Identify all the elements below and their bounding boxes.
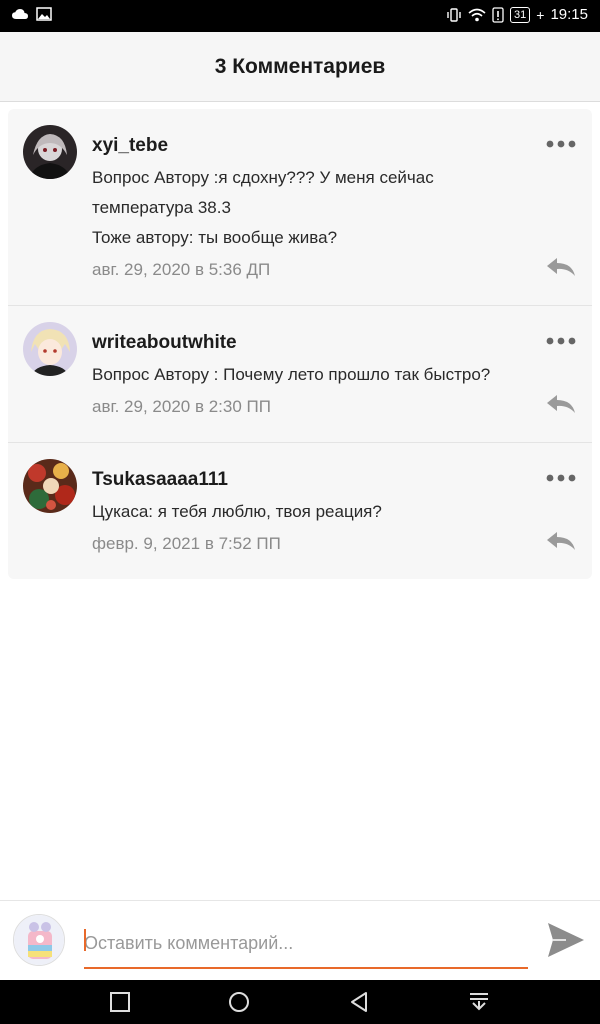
more-options-icon[interactable]: [546, 139, 576, 149]
comment-item: Tsukasaaaa111 Цукаса: я тебя люблю, твоя…: [8, 443, 592, 579]
status-bar: 31 + 19:15: [0, 0, 600, 32]
more-options-icon[interactable]: [546, 336, 576, 346]
home-icon[interactable]: [227, 990, 251, 1014]
comment-text-line: температура 38.3: [92, 198, 231, 217]
comment-author[interactable]: writeaboutwhite: [92, 330, 552, 356]
header: 3 Комментариев: [0, 32, 600, 102]
comment-date: авг. 29, 2020 в 2:30 ПП: [92, 397, 271, 416]
comment-text: Цукаса: я тебя люблю, твоя реация?: [92, 497, 552, 527]
reply-icon[interactable]: [546, 394, 576, 414]
image-icon: [36, 7, 52, 21]
page-title: 3 Комментариев: [214, 54, 386, 78]
comment-body: writeaboutwhite Вопрос Автору : Почему л…: [92, 330, 552, 422]
charging-icon: +: [536, 6, 545, 23]
navigation-bar: [0, 980, 600, 1024]
comment-text-line: Вопрос Автору :я сдохну??? У меня сейчас: [92, 168, 434, 187]
comment-date: февр. 9, 2021 в 7:52 ПП: [92, 534, 281, 553]
cloud-icon: [12, 9, 28, 19]
comment-item: xyi_tebe Вопрос Автору :я сдохну??? У ме…: [8, 109, 592, 306]
more-options-icon[interactable]: [546, 473, 576, 483]
comment-input[interactable]: [84, 919, 528, 969]
comment-text-line: Тоже автору: ты вообще жива?: [92, 228, 338, 247]
recent-apps-icon[interactable]: [108, 990, 132, 1014]
reply-icon[interactable]: [546, 257, 576, 277]
battery-icon: 31: [510, 6, 531, 23]
avatar[interactable]: [23, 459, 77, 513]
avatar[interactable]: [23, 125, 77, 179]
back-icon[interactable]: [347, 990, 371, 1014]
alert-icon: [492, 6, 504, 23]
comment-text: Вопрос Автору :я сдохну??? У меня сейчас…: [92, 163, 552, 253]
comment-author[interactable]: Tsukasaaaa111: [92, 467, 552, 493]
comment-text-line: Вопрос Автору : Почему лето прошло так б…: [92, 365, 491, 384]
reply-icon[interactable]: [546, 531, 576, 551]
status-right: 31 + 19:15: [446, 6, 588, 23]
comment-text: Вопрос Автору : Почему лето прошло так б…: [92, 360, 552, 390]
vibrate-icon: [447, 7, 461, 22]
send-icon[interactable]: [546, 921, 586, 959]
comment-body: xyi_tebe Вопрос Автору :я сдохну??? У ме…: [92, 133, 552, 285]
comment-author[interactable]: xyi_tebe: [92, 133, 552, 159]
comment-item: writeaboutwhite Вопрос Автору : Почему л…: [8, 306, 592, 443]
avatar[interactable]: [23, 322, 77, 376]
notification-pull-icon[interactable]: [467, 990, 491, 1014]
status-left: [12, 7, 52, 21]
current-user-avatar: [13, 914, 65, 966]
comment-date: авг. 29, 2020 в 5:36 ДП: [92, 260, 271, 279]
comment-composer: [0, 900, 600, 980]
comments-list: xyi_tebe Вопрос Автору :я сдохну??? У ме…: [8, 109, 592, 579]
comment-text-line: Цукаса: я тебя люблю, твоя реация?: [92, 502, 382, 521]
comment-body: Tsukasaaaa111 Цукаса: я тебя люблю, твоя…: [92, 467, 552, 559]
status-time: 19:15: [550, 6, 588, 23]
text-caret: [84, 929, 86, 951]
wifi-icon: [468, 8, 486, 21]
